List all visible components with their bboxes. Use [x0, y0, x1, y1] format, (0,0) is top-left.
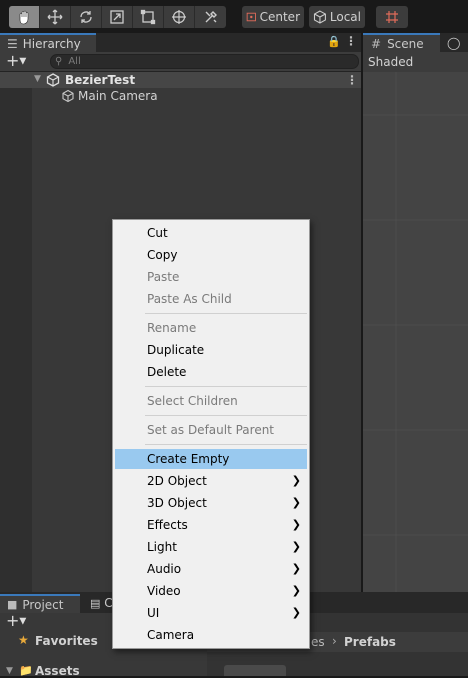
- rotate-tool-icon[interactable]: [71, 6, 102, 28]
- menu-item-copy[interactable]: Copy: [115, 245, 307, 265]
- pivot-icon: [246, 12, 256, 22]
- scene-viewport[interactable]: [363, 72, 468, 592]
- unity-scene-icon: [46, 73, 60, 90]
- transform-tools: [9, 6, 226, 28]
- hierarchy-gutter: [0, 72, 32, 592]
- menu-item-2d-object[interactable]: 2D Object ❯: [115, 471, 307, 491]
- game-tab-icon[interactable]: ◯: [447, 36, 460, 50]
- search-icon: ⚲: [55, 56, 63, 67]
- menu-item-rename: Rename: [147, 321, 197, 335]
- menu-item-video[interactable]: Video ❯: [115, 581, 307, 601]
- scene-name: BezierTest: [65, 73, 136, 87]
- context-menu: Cut Copy Paste Paste As Child Rename Dup…: [112, 219, 310, 649]
- shading-mode-dropdown[interactable]: Shaded: [368, 55, 413, 69]
- submenu-arrow-icon: ❯: [291, 496, 301, 509]
- local-space-icon: [313, 10, 326, 24]
- pivot-local-button[interactable]: Local: [309, 6, 365, 28]
- project-tab-label: Project: [22, 597, 64, 612]
- scene-menu-icon[interactable]: ⋮: [346, 73, 358, 87]
- menu-item-cut[interactable]: Cut: [115, 223, 307, 243]
- menu-separator: [145, 313, 307, 314]
- submenu-arrow-icon: ❯: [291, 474, 301, 487]
- menu-item-select-children: Select Children: [147, 394, 238, 408]
- panel-menu-icon[interactable]: ⋮: [345, 34, 357, 48]
- submenu-arrow-icon: ❯: [291, 584, 301, 597]
- star-icon: ★: [18, 633, 29, 647]
- hierarchy-item-main-camera[interactable]: Main Camera: [78, 89, 158, 103]
- menu-separator: [145, 386, 307, 387]
- tab-hierarchy[interactable]: ☰ Hierarchy: [0, 33, 96, 52]
- menu-item-duplicate[interactable]: Duplicate: [115, 340, 307, 360]
- submenu-arrow-icon: ❯: [291, 540, 301, 553]
- assets-expand-icon[interactable]: ▼: [6, 666, 13, 676]
- grid-snap-icon: [386, 11, 398, 23]
- breadcrumb-current: Prefabs: [344, 635, 396, 649]
- scene-tab-label: Scene: [387, 36, 424, 51]
- menu-item-ui[interactable]: UI ❯: [115, 603, 307, 623]
- breadcrumb-separator-icon: ›: [332, 634, 337, 648]
- create-dropdown-button[interactable]: +▼: [6, 52, 26, 71]
- console-icon: ▤: [90, 597, 101, 610]
- menu-separator: [145, 444, 307, 445]
- pivot-center-button[interactable]: Center: [242, 6, 304, 28]
- submenu-arrow-icon: ❯: [291, 606, 301, 619]
- rect-tool-icon[interactable]: [133, 6, 164, 28]
- search-placeholder: All: [68, 56, 81, 67]
- scale-tool-icon[interactable]: [102, 6, 133, 28]
- hierarchy-tab-label: Hierarchy: [22, 36, 81, 51]
- menu-item-audio[interactable]: Audio ❯: [115, 559, 307, 579]
- search-input[interactable]: ⚲ All: [50, 54, 359, 69]
- folder-tab-icon: ■: [7, 598, 18, 611]
- menu-item-paste: Paste: [147, 270, 180, 284]
- grid-snap-button[interactable]: [376, 6, 408, 28]
- space-label: Local: [329, 10, 361, 24]
- custom-tool-icon[interactable]: [195, 6, 226, 28]
- menu-item-effects[interactable]: Effects ❯: [115, 515, 307, 535]
- menu-item-light[interactable]: Light ❯: [115, 537, 307, 557]
- hierarchy-list-icon: ☰: [7, 36, 18, 51]
- menu-item-create-empty[interactable]: Create Empty: [115, 449, 307, 469]
- breadcrumb-parent[interactable]: es: [311, 635, 325, 649]
- menu-item-3d-object[interactable]: 3D Object ❯: [115, 493, 307, 513]
- menu-item-paste-as-child: Paste As Child: [147, 292, 232, 306]
- gameobject-cube-icon: [61, 89, 75, 106]
- expand-arrow-icon[interactable]: ▼: [34, 74, 41, 84]
- hand-tool-icon[interactable]: [9, 6, 40, 28]
- submenu-arrow-icon: ❯: [291, 562, 301, 575]
- submenu-arrow-icon: ❯: [291, 518, 301, 531]
- menu-item-delete[interactable]: Delete: [115, 362, 307, 382]
- tab-console[interactable]: ▤ C: [90, 596, 113, 610]
- asset-thumbnail[interactable]: [224, 665, 286, 676]
- scene-grid: [363, 72, 468, 592]
- transform-tool-icon[interactable]: [164, 6, 195, 28]
- project-create-button[interactable]: +▼: [6, 612, 26, 631]
- scene-grid-icon: #: [371, 36, 382, 51]
- pivot-label: Center: [259, 10, 300, 24]
- tab-scene[interactable]: # Scene: [363, 33, 440, 52]
- menu-item-set-default-parent: Set as Default Parent: [147, 423, 275, 437]
- favorites-item[interactable]: Favorites: [35, 634, 98, 648]
- lock-icon[interactable]: 🔒: [327, 35, 341, 48]
- menu-separator: [145, 415, 307, 416]
- menu-item-camera[interactable]: Camera: [115, 625, 307, 645]
- assets-folder-icon: 📁: [19, 664, 33, 677]
- move-tool-icon[interactable]: [40, 6, 71, 28]
